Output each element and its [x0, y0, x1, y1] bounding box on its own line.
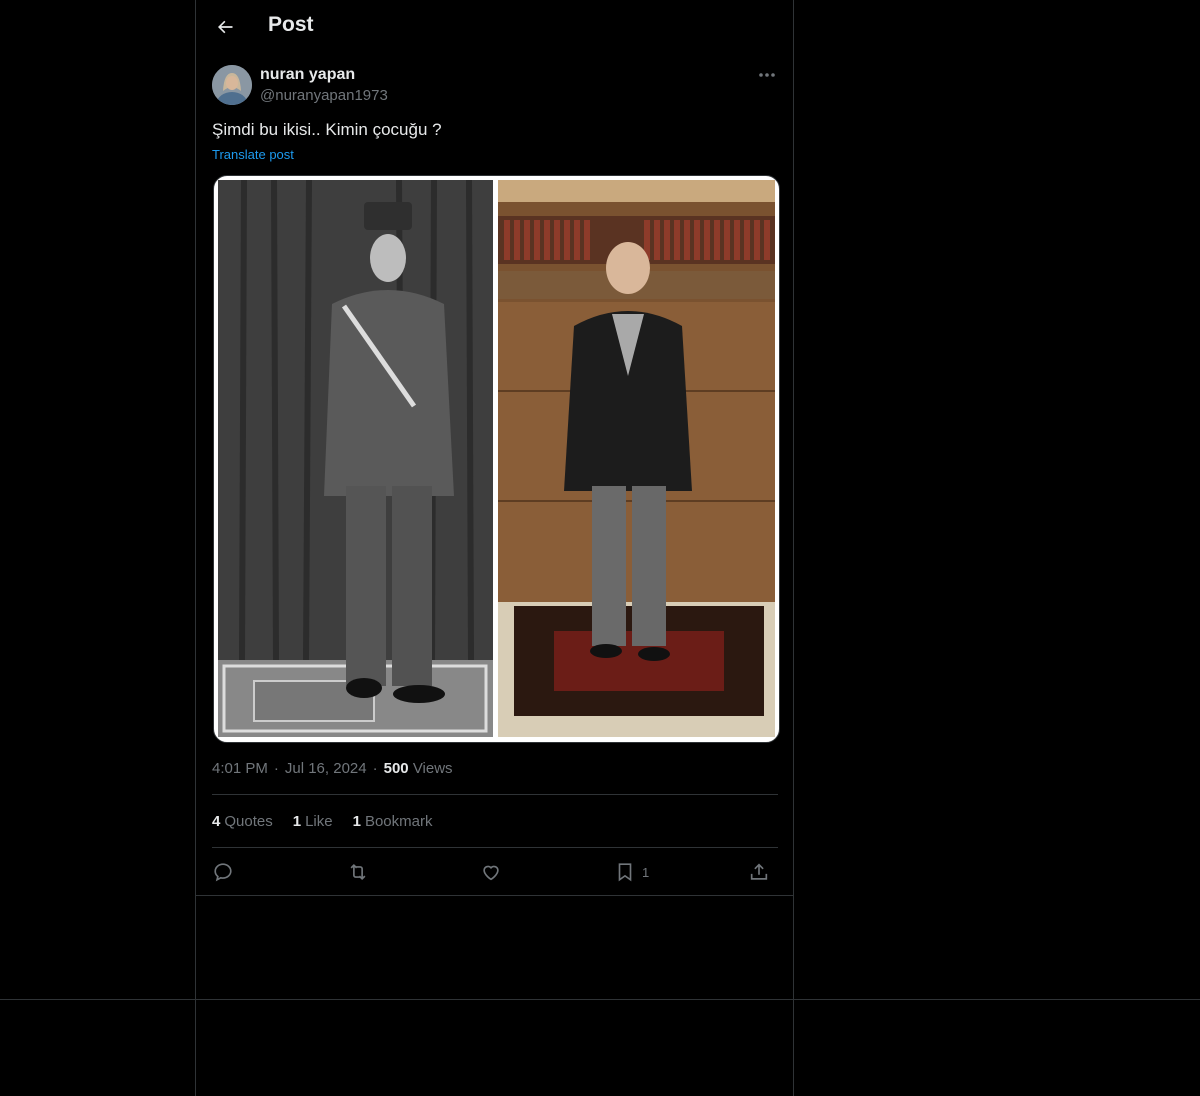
meta-separator: · [372, 760, 378, 777]
repost-icon [350, 863, 366, 881]
bookmark-count: 1 [642, 864, 650, 880]
share-icon [750, 863, 768, 880]
back-button[interactable] [208, 10, 242, 44]
post-image[interactable] [213, 175, 780, 743]
bookmarks-stat[interactable]: 1 Bookmark [353, 813, 433, 830]
avatar[interactable] [212, 65, 252, 105]
engagement-stats: 4 Quotes 1 Like 1 Bookmark [212, 813, 432, 830]
translate-post-link[interactable]: Translate post [212, 147, 294, 162]
like-icon [483, 865, 499, 881]
primary-column: Post nuran yapan @nuranyapan1973 Şimdi b… [195, 0, 794, 1096]
divider [212, 847, 778, 848]
views-count: 500 [383, 760, 409, 777]
section-divider [196, 895, 793, 896]
views-label: Views [412, 760, 453, 777]
repost-button[interactable] [346, 857, 370, 887]
post-date[interactable]: Jul 16, 2024 [285, 760, 367, 777]
reply-icon [214, 863, 232, 882]
quotes-count: 4 [212, 813, 221, 830]
more-button[interactable] [755, 64, 779, 86]
author-name[interactable]: nuran yapan [260, 66, 355, 84]
post-time[interactable]: 4:01 PM [212, 760, 268, 777]
bookmark-button[interactable]: 1 [614, 857, 649, 887]
photo-collage [218, 179, 775, 737]
reply-button[interactable] [212, 857, 234, 887]
more-icon [759, 73, 775, 77]
quotes-stat[interactable]: 4 Quotes [212, 813, 273, 830]
bookmarks-label: Bookmark [364, 813, 433, 830]
avatar-image [212, 65, 252, 105]
page-title: Post [268, 13, 314, 36]
bottom-divider [0, 999, 1200, 1000]
bookmarks-count: 1 [352, 813, 361, 830]
like-button[interactable] [480, 857, 502, 887]
arrow-left-icon [218, 20, 233, 34]
author-handle[interactable]: @nuranyapan1973 [260, 87, 388, 104]
left-photo [218, 179, 493, 737]
bookmark-icon [618, 863, 632, 882]
meta-separator: · [273, 760, 279, 777]
views: 500 Views [384, 760, 453, 777]
action-bar: 1 [212, 857, 778, 887]
page-header: Post [196, 0, 793, 54]
likes-label: Like [305, 813, 333, 830]
share-button[interactable] [748, 857, 770, 887]
post-text: Şimdi bu ikisi.. Kimin çocuğu ? [212, 120, 442, 139]
likes-count: 1 [292, 813, 302, 830]
divider [212, 794, 778, 795]
post-meta: 4:01 PM · Jul 16, 2024 · 500 Views [212, 760, 453, 777]
likes-stat[interactable]: 1 Like [293, 813, 333, 830]
right-photo [498, 180, 775, 737]
quotes-label: Quotes [224, 813, 273, 830]
